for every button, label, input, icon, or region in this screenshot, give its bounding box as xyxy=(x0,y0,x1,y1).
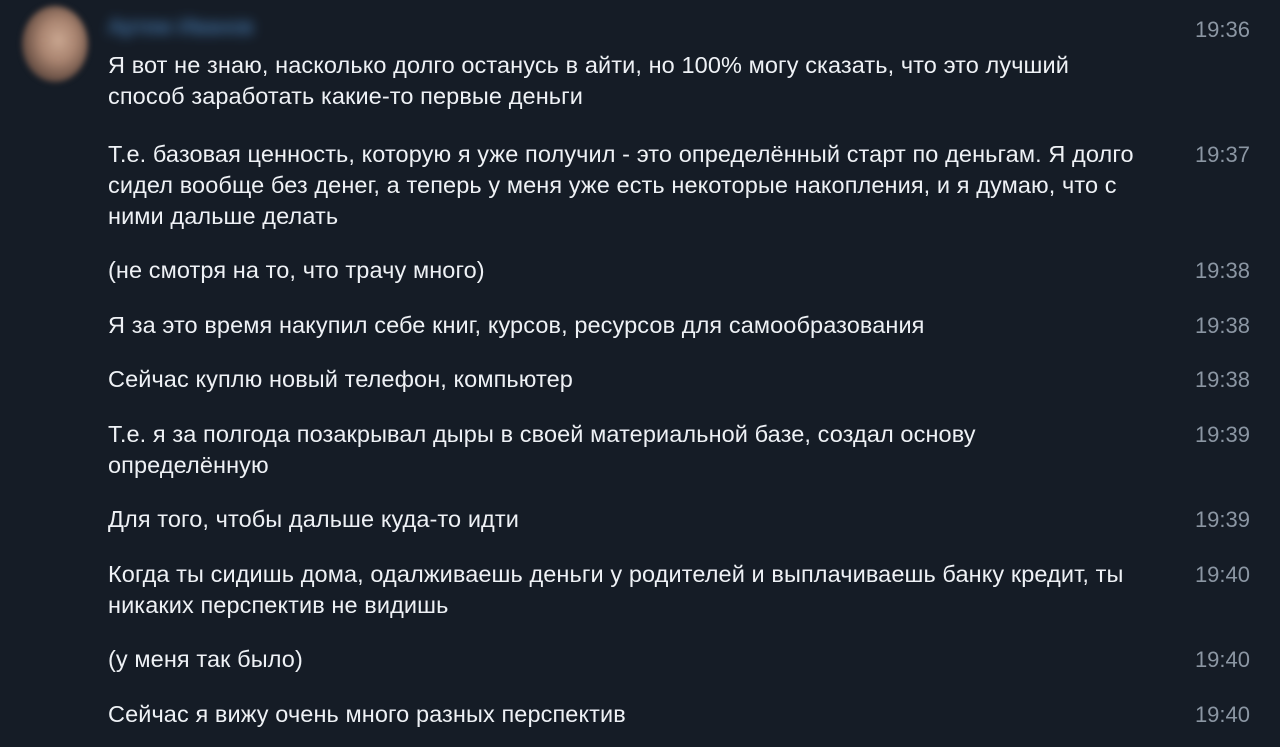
message-text: Я вот не знаю, насколько долго останусь … xyxy=(108,52,1069,109)
message-text: Т.е. базовая ценность, которую я уже пол… xyxy=(108,141,1134,229)
message-time: 19:39 xyxy=(1194,507,1250,532)
message-text: Сейчас я вижу очень много разных перспек… xyxy=(108,701,626,727)
message-time: 19:40 xyxy=(1194,647,1250,672)
message-text: Для того, чтобы дальше куда-то идти xyxy=(108,506,519,532)
message-time: 19:36 xyxy=(1194,17,1250,42)
message-time: 19:39 xyxy=(1194,422,1250,447)
message-time: 19:38 xyxy=(1194,367,1250,392)
chat-history: Артем Иванов Я вот не знаю, насколько до… xyxy=(0,0,1280,747)
message-text: (у меня так было) xyxy=(108,646,303,672)
message-text: Я за это время накупил себе книг, курсов… xyxy=(108,312,925,338)
message-time: 19:40 xyxy=(1194,562,1250,587)
message-text: Когда ты сидишь дома, одалживаешь деньги… xyxy=(108,561,1124,618)
message-time: 19:40 xyxy=(1194,702,1250,727)
message-time: 19:38 xyxy=(1194,313,1250,338)
sender-name[interactable]: Артем Иванов xyxy=(108,14,253,40)
message-text: Т.е. я за полгода позакрывал дыры в свое… xyxy=(108,421,976,478)
message-text: Сейчас куплю новый телефон, компьютер xyxy=(108,366,573,392)
message-time: 19:38 xyxy=(1194,258,1250,283)
avatar[interactable] xyxy=(22,6,88,82)
message-text: (не смотря на то, что трачу много) xyxy=(108,257,485,283)
message-time: 19:37 xyxy=(1194,142,1250,167)
